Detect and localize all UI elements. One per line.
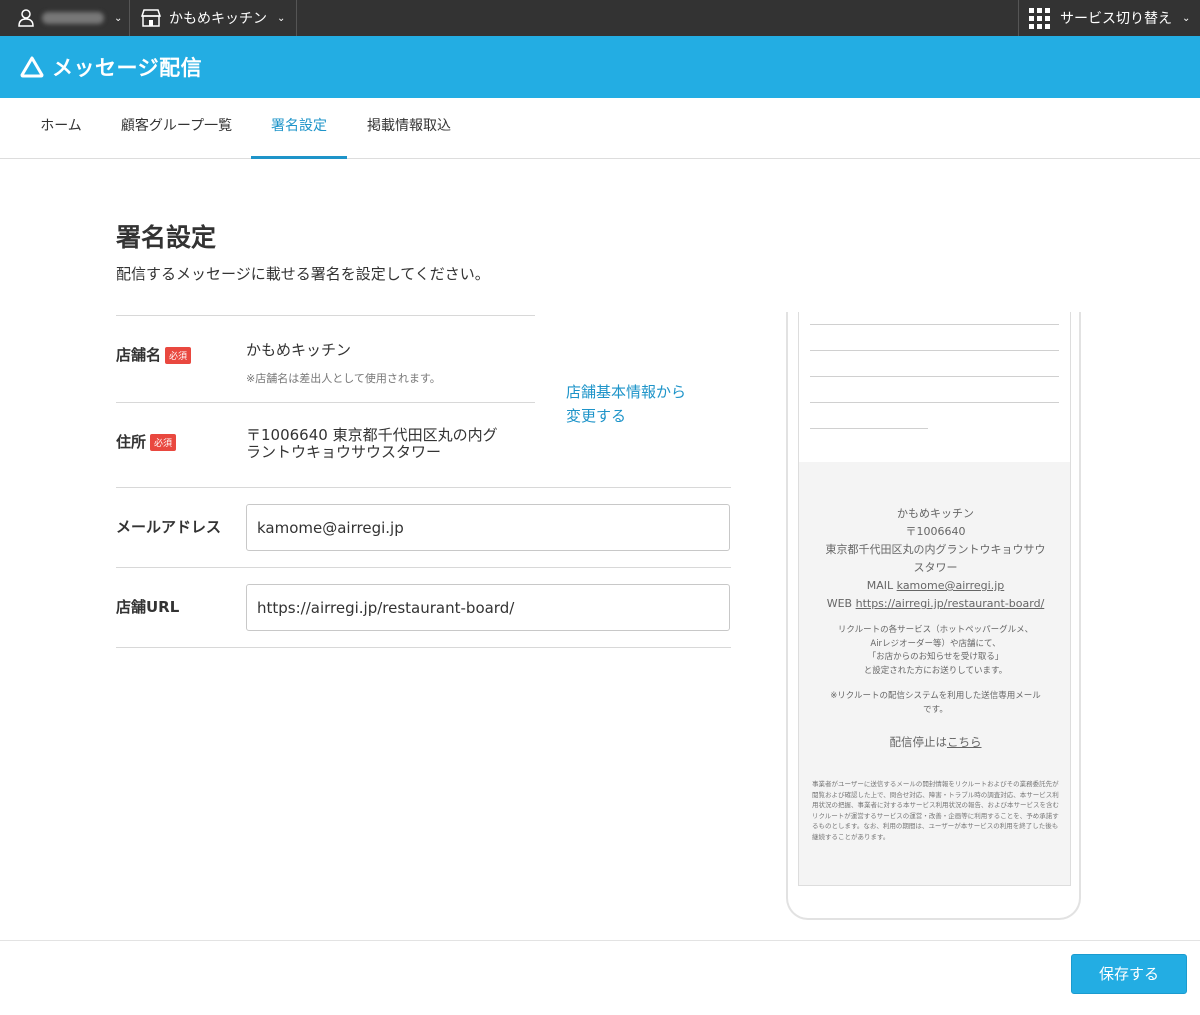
tab-signature-settings[interactable]: 署名設定 [251,98,347,159]
change-store-info-link[interactable]: 店舗基本情報から 変更する [566,380,686,428]
app-title: メッセージ配信 [52,56,203,80]
store-name: かもめキッチン [169,11,267,27]
preview-screen: かもめキッチン 〒1006640 東京都千代田区丸の内グラントウキョウサウ スタ… [798,312,1071,886]
email-label: メールアドレス [116,518,222,536]
signature-preview-phone: かもめキッチン 〒1006640 東京都千代田区丸の内グラントウキョウサウ スタ… [786,312,1081,920]
chevron-down-icon: ⌄ [1182,12,1191,24]
apps-grid-icon [1029,7,1050,29]
air-logo-icon [20,56,44,78]
user-icon [18,9,34,27]
required-badge: 必須 [150,434,177,451]
store-url-field[interactable] [246,584,730,631]
placeholder-line [810,428,928,429]
account-name-blurred [42,12,104,24]
email-field[interactable] [246,504,730,551]
store-name-value: かもめキッチン [246,341,352,359]
page-title: 署名設定 [116,223,217,252]
address-value: 〒1006640 東京都千代田区丸の内グ ラントウキョウサウスタワー [246,426,498,461]
chevron-down-icon: ⌄ [277,12,286,24]
tab-customer-groups[interactable]: 顧客グループ一覧 [120,98,233,159]
preview-signature: かもめキッチン 〒1006640 東京都千代田区丸の内グラントウキョウサウ スタ… [825,507,1046,610]
preview-unsubscribe: 配信停止はこちら [889,735,982,749]
placeholder-line [810,324,1059,325]
placeholder-line [810,376,1059,377]
store-icon [141,9,161,27]
main-tabs: ホーム 顧客グループ一覧 署名設定 掲載情報取込 [0,98,1200,159]
store-name-label: 店舗名 必須 [116,344,192,365]
divider [116,402,535,403]
preview-fine-print: 事業者がユーザーに送信するメールの開封情報をリクルートおよびその業務委託先が閲覧… [812,780,1059,841]
page-description: 配信するメッセージに載せる署名を設定してください。 [116,265,490,283]
address-label: 住所 必須 [116,431,177,452]
footer-divider [0,940,1200,941]
divider [116,567,731,568]
service-switch-label: サービス切り替え [1060,11,1172,27]
store-url-label: 店舗URL [116,598,180,616]
tab-import-listing[interactable]: 掲載情報取込 [366,98,452,159]
divider [116,315,535,316]
placeholder-line [810,350,1059,351]
divider [116,647,731,648]
chevron-down-icon: ⌄ [114,12,123,24]
required-badge: 必須 [165,347,192,364]
account-menu[interactable]: ⌄ [0,0,130,36]
store-name-note: ※店舗名は差出人として使用されます。 [246,372,441,385]
unsubscribe-link[interactable]: こちら [947,735,982,749]
global-topbar: ⌄ かもめキッチン ⌄ サービス切り替え ⌄ [0,0,1200,36]
tab-home[interactable]: ホーム [38,98,84,159]
service-switcher[interactable]: サービス切り替え ⌄ [1018,0,1200,36]
app-header: メッセージ配信 [0,36,1200,98]
preview-system-note: ※リクルートの配信システムを利用した送信専用メール です。 [830,691,1041,715]
store-switcher[interactable]: かもめキッチン ⌄ [131,0,297,36]
divider [116,487,731,488]
preview-notice: リクルートの各サービス（ホットペッパーグルメ、 Airレジオーダー等）や店舗にて… [837,625,1034,676]
placeholder-line [810,402,1059,403]
save-button[interactable]: 保存する [1071,954,1187,994]
